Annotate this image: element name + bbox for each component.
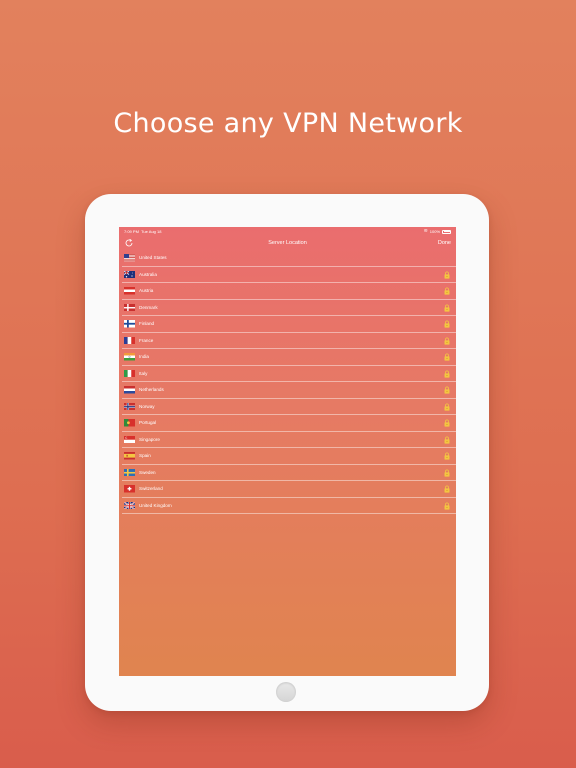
server-row-gb[interactable]: United Kingdom [122, 498, 456, 514]
lock-icon [444, 469, 450, 477]
lock-icon [444, 452, 450, 460]
done-button[interactable]: Done [438, 236, 451, 250]
lock-icon [444, 386, 450, 394]
server-row-at[interactable]: Austria [122, 283, 456, 300]
lock-icon [444, 403, 450, 411]
server-row-es[interactable]: Spain [122, 448, 456, 465]
country-name: Australia [139, 271, 157, 277]
lock-icon [444, 271, 450, 279]
flag-nl-icon [124, 386, 135, 394]
tablet-frame: 7:09 PM Tue Aug 18 ≋ 100% Server Locatio… [85, 194, 489, 711]
country-name: India [139, 354, 149, 359]
server-row-ch[interactable]: Switzerland [122, 481, 456, 498]
flag-us-icon [124, 254, 135, 262]
server-row-dk[interactable]: Denmark [122, 300, 456, 316]
server-row-fi[interactable]: Finland [122, 316, 456, 333]
nav-bar: Server Location Done [119, 236, 456, 250]
flag-pt-icon [124, 419, 135, 427]
lock-icon [444, 287, 450, 295]
server-row-pt[interactable]: Portugal [122, 415, 456, 432]
country-name: United States [139, 255, 167, 260]
country-name: France [139, 337, 154, 343]
server-row-fr[interactable]: France [122, 333, 456, 349]
country-name: Switzerland [139, 486, 163, 491]
wifi-icon: ≋ [423, 228, 428, 234]
flag-gb-icon [124, 501, 135, 509]
lock-icon [444, 320, 450, 328]
flag-fi-icon [124, 320, 135, 328]
battery-percent: 100% [429, 229, 440, 234]
headline: Choose any VPN Network [113, 108, 463, 139]
server-row-sg[interactable]: Singapore [122, 432, 456, 448]
country-name: Denmark [139, 304, 158, 310]
country-name: Norway [139, 403, 155, 409]
country-name: Italy [139, 370, 148, 376]
lock-icon [444, 436, 450, 444]
flag-sg-icon [124, 435, 135, 443]
country-name: Finland [139, 321, 155, 326]
flag-fr-icon [124, 336, 135, 344]
country-name: Singapore [139, 436, 160, 442]
flag-se-icon [124, 468, 135, 476]
server-list: United States Australia Austria Denmark Finl… [119, 250, 456, 514]
server-row-us[interactable]: United States [122, 250, 456, 267]
flag-it-icon [124, 369, 135, 377]
status-bar: 7:09 PM Tue Aug 18 ≋ 100% [119, 227, 456, 236]
flag-no-icon [124, 402, 135, 410]
server-row-se[interactable]: Sweden [122, 465, 456, 481]
country-name: Austria [139, 288, 154, 293]
lock-icon [444, 304, 450, 312]
nav-title: Server Location [268, 240, 307, 246]
lock-icon [444, 485, 450, 493]
server-row-no[interactable]: Norway [122, 399, 456, 415]
server-row-it[interactable]: Italy [122, 366, 456, 382]
server-row-au[interactable]: Australia [122, 267, 456, 283]
lock-icon [444, 370, 450, 378]
lock-icon [444, 337, 450, 345]
country-name: Netherlands [139, 387, 164, 392]
home-button[interactable] [276, 682, 296, 702]
status-date: Tue Aug 18 [141, 229, 162, 234]
battery-icon [442, 229, 451, 234]
flag-au-icon [124, 270, 135, 278]
flag-dk-icon [124, 303, 135, 311]
flag-at-icon [124, 287, 135, 295]
lock-icon [444, 353, 450, 361]
flag-es-icon [124, 452, 135, 460]
tablet-screen: 7:09 PM Tue Aug 18 ≋ 100% Server Locatio… [119, 227, 456, 676]
lock-icon [444, 502, 450, 510]
server-row-in[interactable]: India [122, 349, 456, 366]
country-name: Spain [139, 453, 151, 458]
country-name: Portugal [139, 420, 157, 425]
server-row-nl[interactable]: Netherlands [122, 382, 456, 399]
status-time: 7:09 PM [124, 229, 139, 234]
lock-icon [444, 419, 450, 427]
country-name: United Kingdom [139, 502, 172, 508]
flag-ch-icon [124, 485, 135, 493]
country-name: Sweden [139, 469, 156, 475]
flag-in-icon [124, 353, 135, 361]
